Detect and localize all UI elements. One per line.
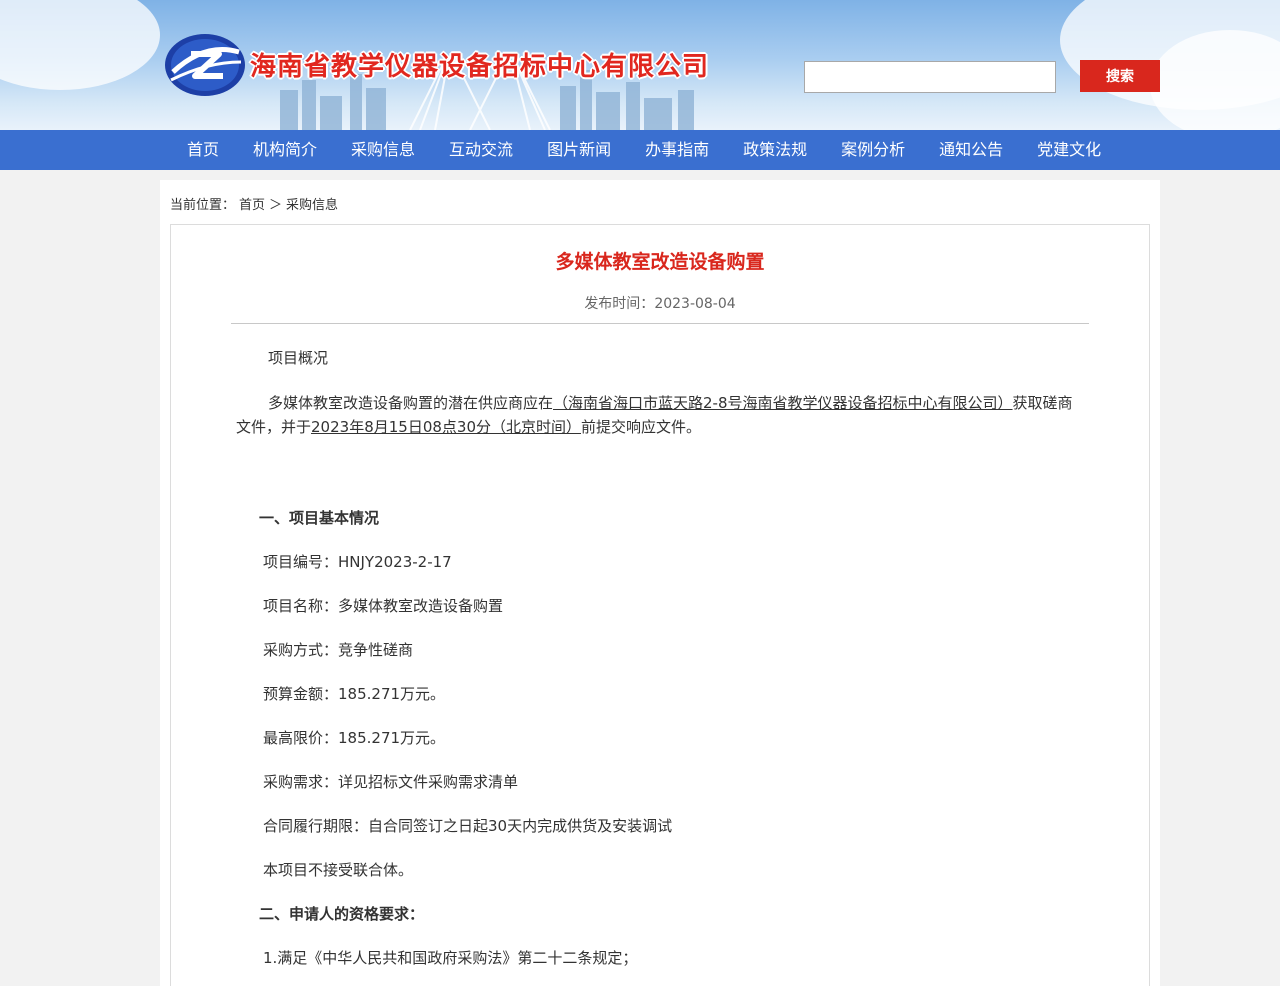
intro-location: （海南省海口市蓝天路2-8号海南省教学仪器设备招标中心有限公司） bbox=[553, 394, 1013, 412]
site-header: 海南省教学仪器设备招标中心有限公司 搜索 bbox=[0, 0, 1280, 130]
section1-line: 最高限价：185.271万元。 bbox=[263, 729, 446, 747]
section1-heading: 一、项目基本情况 bbox=[259, 509, 380, 527]
site-title: 海南省教学仪器设备招标中心有限公司 bbox=[250, 52, 710, 82]
publish-label: 发布时间： bbox=[584, 296, 655, 312]
section2-line: 1.满足《中华人民共和国政府采购法》第二十二条规定； bbox=[263, 949, 638, 967]
nav-item-about[interactable]: 机构简介 bbox=[236, 130, 334, 170]
search-input[interactable] bbox=[804, 61, 1056, 93]
section2-heading: 二、申请人的资格要求： bbox=[259, 905, 425, 923]
section1-line: 预算金额：185.271万元。 bbox=[263, 685, 446, 703]
nav-item-notices[interactable]: 通知公告 bbox=[922, 130, 1020, 170]
publish-date: 2023-08-04 bbox=[654, 296, 736, 312]
intro-deadline: 2023年8月15日08点30分（北京时间） bbox=[311, 418, 581, 436]
nav-item-procurement[interactable]: 采购信息 bbox=[334, 130, 432, 170]
search-button[interactable]: 搜索 bbox=[1080, 60, 1160, 92]
content-panel: 当前位置： 首页 ＞采购信息 多媒体教室改造设备购置 发布时间：2023-08-04… bbox=[160, 180, 1160, 986]
title-divider bbox=[231, 323, 1089, 324]
breadcrumb-link-procurement[interactable]: 采购信息 bbox=[286, 198, 338, 213]
section1-line: 项目名称：多媒体教室改造设备购置 bbox=[263, 597, 504, 615]
nav-item-interaction[interactable]: 互动交流 bbox=[432, 130, 530, 170]
breadcrumb-link-home[interactable]: 首页 bbox=[239, 198, 265, 213]
section1-line: 采购方式：竞争性磋商 bbox=[263, 641, 414, 659]
nav-item-guide[interactable]: 办事指南 bbox=[628, 130, 726, 170]
breadcrumb-separator: ＞ bbox=[269, 198, 283, 213]
section1-line: 项目编号：HNJY2023-2-17 bbox=[263, 553, 452, 571]
publish-info: 发布时间：2023-08-04 bbox=[171, 293, 1149, 313]
main-nav: 首页 机构简介 采购信息 互动交流 图片新闻 办事指南 政策法规 案例分析 通知… bbox=[0, 130, 1280, 170]
breadcrumb: 当前位置： 首页 ＞采购信息 bbox=[170, 194, 342, 213]
section1-line: 本项目不接受联合体。 bbox=[263, 861, 414, 879]
nav-item-party-culture[interactable]: 党建文化 bbox=[1020, 130, 1118, 170]
overview-heading: 项目概况 bbox=[268, 349, 329, 367]
article-title: 多媒体教室改造设备购置 bbox=[555, 251, 765, 273]
intro-text: 前提交响应文件。 bbox=[581, 418, 702, 436]
breadcrumb-prefix: 当前位置： bbox=[170, 198, 236, 213]
cloud-decoration bbox=[0, 0, 160, 90]
section1-line: 合同履行期限：自合同签订之日起30天内完成供货及安装调试 bbox=[263, 817, 673, 835]
nav-item-photo-news[interactable]: 图片新闻 bbox=[530, 130, 628, 170]
intro-text: 多媒体教室改造设备购置的潜在供应商应在 bbox=[268, 394, 554, 412]
nav-item-policy[interactable]: 政策法规 bbox=[726, 130, 824, 170]
article: 多媒体教室改造设备购置 发布时间：2023-08-04 项目概况 多媒体教室改造… bbox=[170, 224, 1150, 986]
section1-line: 采购需求：详见招标文件采购需求清单 bbox=[263, 773, 519, 791]
nav-item-cases[interactable]: 案例分析 bbox=[824, 130, 922, 170]
site-logo[interactable] bbox=[163, 32, 247, 98]
intro-paragraph: 多媒体教室改造设备购置的潜在供应商应在（海南省海口市蓝天路2-8号海南省教学仪器… bbox=[236, 391, 1086, 439]
nav-item-home[interactable]: 首页 bbox=[170, 130, 236, 170]
